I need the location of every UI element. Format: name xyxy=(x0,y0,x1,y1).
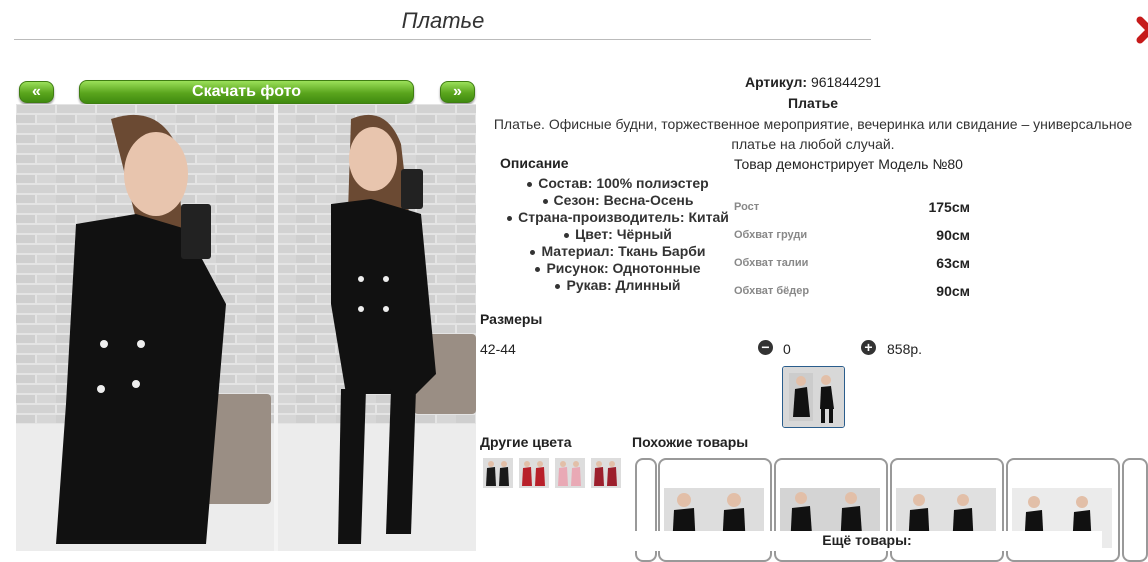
bullet-icon xyxy=(527,181,533,187)
quantity-value[interactable]: 0 xyxy=(783,341,791,357)
spec-list: Состав: 100% полиэстер Сезон: Весна-Осен… xyxy=(480,175,756,294)
page-title: Платье xyxy=(401,8,485,33)
bullet-icon xyxy=(535,266,541,272)
similar-heading: Похожие товары xyxy=(632,434,749,450)
sizes-heading: Размеры xyxy=(480,311,543,327)
product-photo[interactable] xyxy=(16,104,476,551)
next-photo-button[interactable]: » xyxy=(440,81,475,103)
product-thumbnail[interactable] xyxy=(782,366,845,428)
other-colors-heading: Другие цвета xyxy=(480,434,572,450)
bullet-icon xyxy=(507,215,513,221)
bullet-icon xyxy=(542,198,548,204)
minus-circle-icon[interactable]: − xyxy=(758,340,773,355)
price: 858р. xyxy=(887,341,923,357)
spec-item: Материал: Ткань Барби xyxy=(480,243,756,260)
bullet-icon xyxy=(530,249,536,255)
model-caption: Товар демонстрирует Модель №80 xyxy=(734,156,963,172)
title-divider xyxy=(14,39,871,40)
color-thumbnail-red[interactable] xyxy=(519,458,549,488)
product-description: Платье. Офисные будни, торжественное мер… xyxy=(493,116,1133,152)
spec-item: Цвет: Чёрный xyxy=(480,226,756,243)
article-number: 961844291 xyxy=(810,74,882,90)
download-photo-button[interactable]: Скачать фото xyxy=(79,80,414,104)
color-thumbnail-black[interactable] xyxy=(483,458,513,488)
spec-item: Страна-производитель: Китай xyxy=(480,209,756,226)
spec-item: Рисунок: Однотонные xyxy=(480,260,756,277)
spec-item: Рукав: Длинный xyxy=(480,277,756,294)
prev-photo-button[interactable]: « xyxy=(19,81,54,103)
specs-heading: Описание xyxy=(500,155,569,171)
article-line: Артикул: 961844291 xyxy=(480,74,1146,90)
color-thumbnail-pink[interactable] xyxy=(555,458,585,488)
size-value: 42-44 xyxy=(480,341,516,357)
close-icon[interactable] xyxy=(1136,8,1148,48)
spec-item: Сезон: Весна-Осень xyxy=(480,192,756,209)
similar-card-partial[interactable] xyxy=(1122,458,1148,562)
spec-item: Состав: 100% полиэстер xyxy=(480,175,756,192)
product-name: Платье xyxy=(788,95,838,111)
bullet-icon xyxy=(564,232,570,238)
more-products-link[interactable]: Ещё товары: xyxy=(632,531,1102,551)
article-label: Артикул: xyxy=(744,74,808,90)
bullet-icon xyxy=(555,283,561,289)
plus-circle-icon[interactable]: + xyxy=(861,340,876,355)
color-thumbnail-burgundy[interactable] xyxy=(591,458,621,488)
